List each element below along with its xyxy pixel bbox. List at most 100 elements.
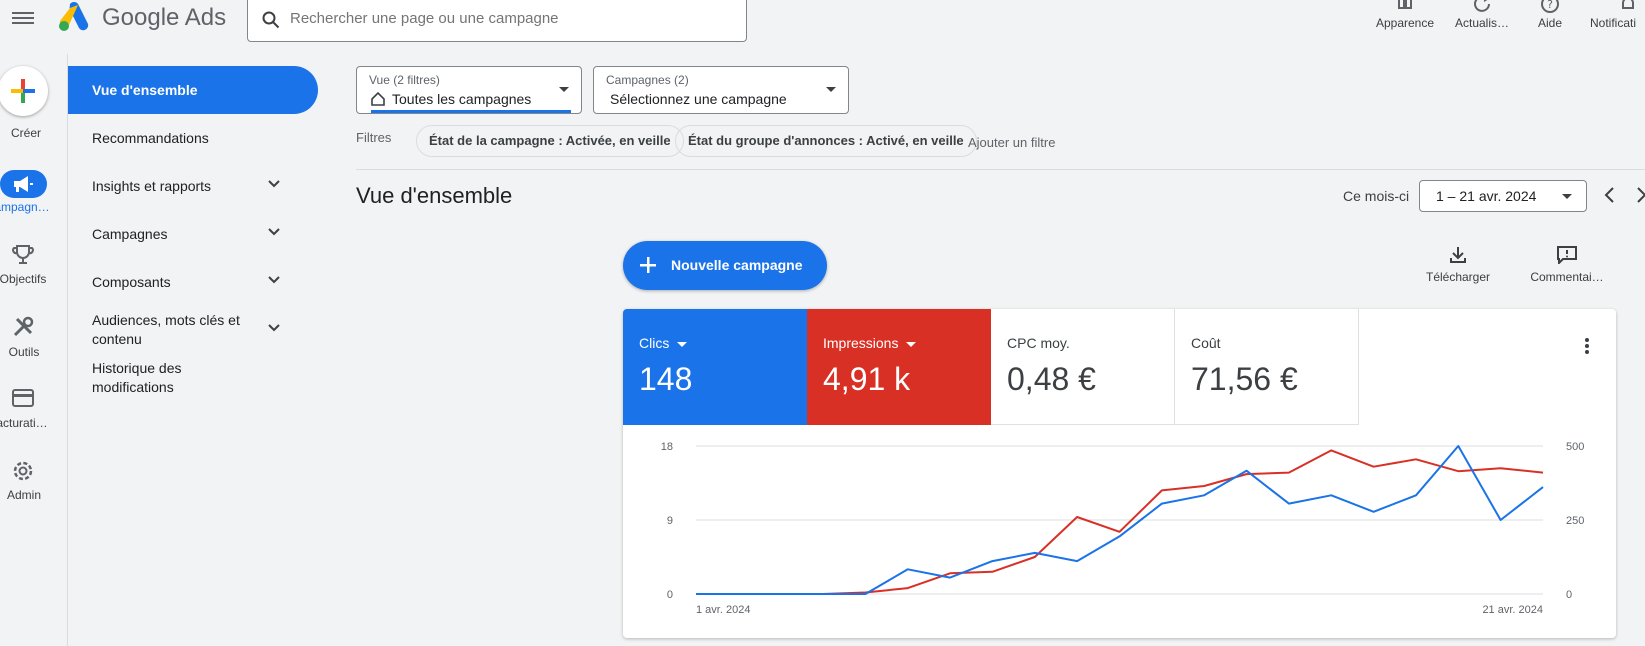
metric-avg-cpc[interactable]: CPC moy. 0,48 €	[991, 309, 1175, 425]
date-range-value: 1 – 21 avr. 2024	[1436, 188, 1537, 204]
caret-down-icon	[826, 87, 836, 92]
nav-item-label: Historique des modifications	[92, 360, 182, 395]
y-tick-label-right: 0	[1566, 589, 1572, 601]
chevron-down-icon	[268, 276, 280, 284]
nav-item-audiences[interactable]: Audiences, mots clés et contenu	[68, 306, 318, 354]
caret-down-icon	[677, 341, 688, 347]
rail-item-objectives-label[interactable]: Objectifs	[0, 272, 57, 286]
tools-icon[interactable]	[12, 316, 34, 338]
chevron-down-icon	[268, 180, 280, 188]
download-icon	[1450, 247, 1466, 263]
metric-label: Coût	[1191, 335, 1221, 351]
new-campaign-button[interactable]: Nouvelle campagne	[623, 241, 827, 290]
nav-item-label: Vue d'ensemble	[92, 82, 198, 98]
caret-down-icon	[1562, 194, 1572, 199]
search-icon	[262, 11, 280, 29]
notifications-button[interactable]: Notificati	[1590, 0, 1645, 30]
nav-item-insights-reports[interactable]: Insights et rapports	[68, 162, 318, 210]
credit-card-icon[interactable]	[12, 389, 34, 407]
download-label: Télécharger	[1425, 270, 1491, 284]
search-input[interactable]	[290, 5, 730, 31]
home-icon	[371, 92, 385, 106]
more-vert-icon[interactable]	[1584, 337, 1590, 355]
chevron-down-icon	[268, 324, 280, 332]
rail-item-admin-label[interactable]: Admin	[0, 488, 58, 502]
new-campaign-label: Nouvelle campagne	[671, 257, 803, 273]
campaigns-rail-pill[interactable]	[0, 170, 47, 198]
side-nav: Vue d'ensemble Recommandations Insights …	[68, 66, 318, 402]
help-button[interactable]: ? Aide	[1530, 0, 1570, 30]
metric-clicks[interactable]: Clics 148	[623, 309, 807, 425]
google-ads-logo	[59, 2, 89, 31]
nav-item-label: Insights et rapports	[92, 178, 212, 194]
download-button[interactable]: Télécharger	[1413, 246, 1503, 284]
search-box[interactable]	[247, 0, 747, 42]
trophy-icon[interactable]	[12, 244, 34, 266]
filters-label: Filtres	[356, 130, 392, 145]
plus-icon	[640, 257, 656, 273]
y-tick-label-left: 0	[667, 589, 673, 601]
chevron-right-icon[interactable]	[1635, 186, 1645, 204]
comments-button[interactable]: Commentai…	[1525, 246, 1609, 284]
metric-label: CPC moy.	[1007, 335, 1070, 351]
metric-label: Impressions	[823, 335, 917, 351]
svg-text:?: ?	[1547, 0, 1553, 11]
appearance-button[interactable]: Apparence	[1370, 0, 1440, 30]
top-bar: Google Ads Apparence Actualis… ? Aide No…	[0, 0, 1645, 48]
series-line-impressions	[696, 449, 1544, 595]
create-button[interactable]	[0, 66, 48, 116]
appearance-label: Apparence	[1375, 16, 1435, 30]
metric-impressions[interactable]: Impressions 4,91 k	[807, 309, 991, 425]
chevron-left-icon[interactable]	[1602, 186, 1616, 204]
filter-chip-adgroup-status[interactable]: État du groupe d'annonces : Activé, en v…	[675, 125, 977, 157]
nav-item-label: Campagnes	[92, 226, 168, 242]
nav-item-change-history[interactable]: Historique des modifications	[68, 354, 318, 402]
nav-item-assets[interactable]: Composants	[68, 258, 318, 306]
y-tick-label-left: 18	[661, 441, 673, 453]
appearance-icon	[1398, 0, 1412, 9]
view-select-value: Toutes les campagnes	[392, 91, 532, 107]
help-label: Aide	[1537, 16, 1563, 30]
nav-item-recommendations[interactable]: Recommandations	[68, 114, 318, 162]
comment-icon	[1557, 246, 1577, 264]
help-icon: ?	[1541, 0, 1559, 13]
y-tick-label-left: 9	[667, 515, 673, 527]
nav-item-campaigns[interactable]: Campagnes	[68, 210, 318, 258]
nav-item-label: Recommandations	[92, 130, 209, 146]
nav-item-label: Audiences, mots clés et contenu	[92, 312, 240, 347]
caret-down-icon	[906, 341, 917, 347]
megaphone-icon	[14, 176, 33, 192]
caret-down-icon	[559, 87, 569, 92]
performance-card: Clics 148 Impressions 4,91 k CPC moy. 0,…	[623, 309, 1616, 638]
campaign-select-value: Sélectionnez une campagne	[610, 91, 787, 107]
filter-chip-campaign-status[interactable]: État de la campagne : Activée, en veille	[416, 125, 684, 157]
notifications-label: Notificati	[1590, 16, 1637, 30]
y-tick-label-right: 250	[1566, 515, 1584, 527]
chevron-down-icon	[268, 228, 280, 236]
campaign-select-caption: Campagnes (2)	[606, 73, 689, 87]
metric-cost[interactable]: Coût 71,56 €	[1175, 309, 1359, 425]
create-label: Créer	[10, 126, 41, 140]
metric-value: 4,91 k	[823, 361, 911, 397]
nav-item-overview[interactable]: Vue d'ensemble	[68, 66, 318, 114]
refresh-button[interactable]: Actualis…	[1452, 0, 1512, 30]
rail-item-tools-label[interactable]: Outils	[0, 345, 58, 359]
view-select[interactable]: Vue (2 filtres) Toutes les campagnes	[356, 66, 582, 114]
comments-label: Commentai…	[1530, 270, 1604, 284]
divider	[356, 169, 1645, 170]
menu-icon[interactable]	[12, 9, 34, 29]
metric-value: 148	[639, 361, 693, 397]
bell-icon	[1622, 0, 1634, 9]
date-range-select[interactable]: 1 – 21 avr. 2024	[1419, 180, 1587, 212]
metric-label: Clics	[639, 335, 688, 351]
campaign-select[interactable]: Campagnes (2) Sélectionnez une campagne	[593, 66, 849, 114]
brand-name: Google Ads	[102, 4, 227, 31]
x-tick-label: 21 avr. 2024	[1482, 604, 1543, 616]
rail-item-campaigns-label[interactable]: ampagn…	[0, 200, 56, 214]
add-filter-link[interactable]: Ajouter un filtre	[968, 135, 1055, 150]
rail-item-billing-label[interactable]: acturati…	[0, 416, 56, 430]
x-tick-label: 1 avr. 2024	[696, 604, 750, 616]
metric-value: 71,56 €	[1191, 361, 1298, 397]
refresh-icon	[1474, 0, 1490, 12]
gear-icon[interactable]	[12, 460, 34, 482]
